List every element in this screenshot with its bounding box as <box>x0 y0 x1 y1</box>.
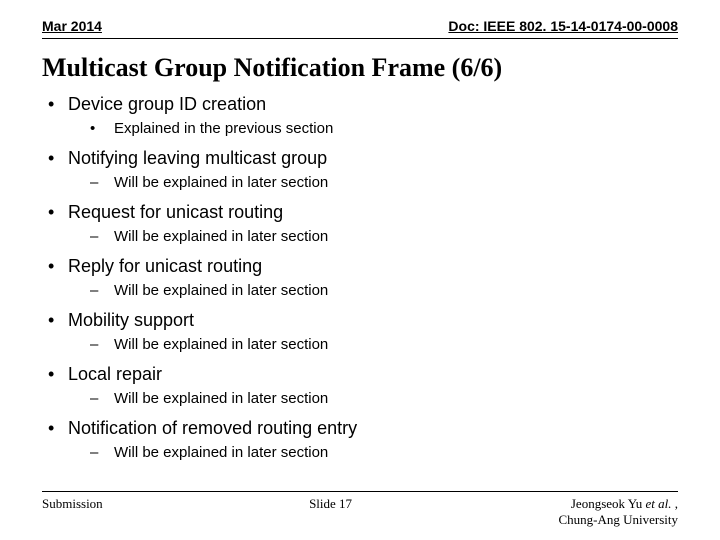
bullet-icon: • <box>48 93 54 115</box>
bullet-text: Request for unicast routing <box>68 201 283 223</box>
bullet-icon: • <box>48 363 54 385</box>
footer-rule <box>42 491 678 492</box>
list-item: • Notifying leaving multicast group – Wi… <box>48 147 678 193</box>
footer-center: Slide 17 <box>309 496 352 512</box>
header: Mar 2014 Doc: IEEE 802. 15-14-0174-00-00… <box>42 18 678 36</box>
sub-list: – Will be explained in later section <box>48 281 678 301</box>
list-item: • Device group ID creation • Explained i… <box>48 93 678 139</box>
bullet-text: Reply for unicast routing <box>68 255 262 277</box>
sub-bullet-text: Will be explained in later section <box>114 335 328 355</box>
bullet-text: Device group ID creation <box>68 93 266 115</box>
bullet-icon: • <box>48 309 54 331</box>
bullet-list: • Device group ID creation • Explained i… <box>42 93 678 463</box>
footer-author: Jeongseok Yu <box>571 496 646 511</box>
sub-list: – Will be explained in later section <box>48 389 678 409</box>
sub-bullet-text: Will be explained in later section <box>114 173 328 193</box>
bullet-text: Notifying leaving multicast group <box>68 147 327 169</box>
list-item: – Will be explained in later section <box>90 335 678 355</box>
sub-bullet-icon: – <box>90 335 102 355</box>
sub-list: – Will be explained in later section <box>48 227 678 247</box>
footer-author-suffix: , <box>671 496 678 511</box>
bullet-text: Notification of removed routing entry <box>68 417 357 439</box>
list-item: • Explained in the previous section <box>90 119 678 139</box>
sub-bullet-text: Will be explained in later section <box>114 281 328 301</box>
sub-bullet-text: Will be explained in later section <box>114 443 328 463</box>
sub-list: – Will be explained in later section <box>48 443 678 463</box>
bullet-icon: • <box>48 147 54 169</box>
sub-list: – Will be explained in later section <box>48 335 678 355</box>
list-item: – Will be explained in later section <box>90 281 678 301</box>
footer-etal: et al. <box>645 496 671 511</box>
list-item: • Notification of removed routing entry … <box>48 417 678 463</box>
sub-bullet-icon: – <box>90 389 102 409</box>
list-item: • Local repair – Will be explained in la… <box>48 363 678 409</box>
header-rule <box>42 38 678 39</box>
list-item: – Will be explained in later section <box>90 173 678 193</box>
footer-affiliation: Chung-Ang University <box>558 512 678 527</box>
list-item: – Will be explained in later section <box>90 227 678 247</box>
footer: Submission Slide 17 Jeongseok Yu et al. … <box>42 491 678 529</box>
sub-bullet-icon: • <box>90 119 102 139</box>
header-date: Mar 2014 <box>42 18 102 34</box>
sub-bullet-text: Will be explained in later section <box>114 227 328 247</box>
bullet-icon: • <box>48 417 54 439</box>
list-item: – Will be explained in later section <box>90 389 678 409</box>
list-item: • Request for unicast routing – Will be … <box>48 201 678 247</box>
header-doc: Doc: IEEE 802. 15-14-0174-00-0008 <box>448 18 678 34</box>
sub-bullet-text: Will be explained in later section <box>114 389 328 409</box>
bullet-icon: • <box>48 255 54 277</box>
footer-left: Submission <box>42 496 103 512</box>
sub-list: • Explained in the previous section <box>48 119 678 139</box>
slide: Mar 2014 Doc: IEEE 802. 15-14-0174-00-00… <box>0 0 720 540</box>
list-item: • Mobility support – Will be explained i… <box>48 309 678 355</box>
sub-bullet-text: Explained in the previous section <box>114 119 333 139</box>
bullet-text: Local repair <box>68 363 162 385</box>
list-item: – Will be explained in later section <box>90 443 678 463</box>
bullet-text: Mobility support <box>68 309 194 331</box>
sub-bullet-icon: – <box>90 443 102 463</box>
sub-bullet-icon: – <box>90 227 102 247</box>
slide-title: Multicast Group Notification Frame (6/6) <box>42 53 678 83</box>
sub-list: – Will be explained in later section <box>48 173 678 193</box>
footer-right: Jeongseok Yu et al. , Chung-Ang Universi… <box>558 496 678 529</box>
sub-bullet-icon: – <box>90 173 102 193</box>
sub-bullet-icon: – <box>90 281 102 301</box>
bullet-icon: • <box>48 201 54 223</box>
list-item: • Reply for unicast routing – Will be ex… <box>48 255 678 301</box>
